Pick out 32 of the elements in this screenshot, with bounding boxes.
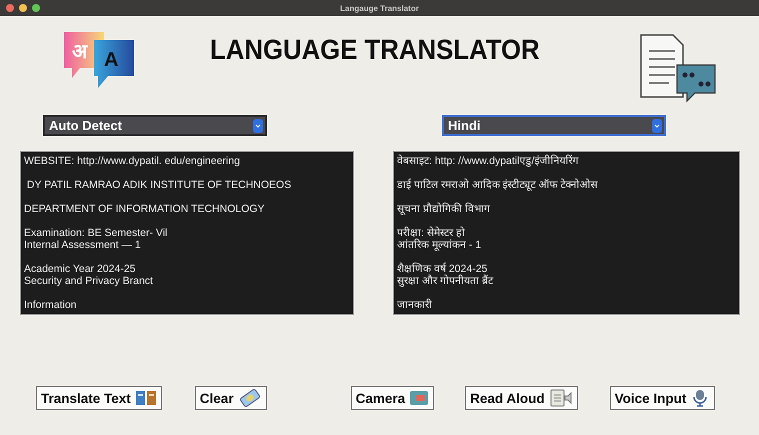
text-line: परीक्षा: सेमेस्टर हो आंतरिक मूल्यांकन - 1 — [397, 227, 482, 251]
text-line: Academic Year 2024-25 Security and Privacy Branct — [24, 263, 154, 287]
text-line: वेबसाइट: http: //www.dypatilएडु/इंजीनियरिंग — [397, 155, 580, 167]
source-text-area[interactable] — [20, 151, 354, 315]
minimize-icon[interactable] — [19, 4, 27, 12]
translation-logo: अ A — [60, 28, 140, 92]
text-line: Information — [24, 299, 78, 311]
text-line: शैक्षणिक वर्ष 2024-25 सुरक्षा और गोपनीयता ब्रैंट — [397, 263, 494, 287]
text-line: जानकारी — [397, 299, 433, 311]
close-icon[interactable] — [6, 4, 14, 12]
camera-button[interactable]: Camera — [350, 386, 434, 410]
voice-button[interactable]: Voice Input — [610, 386, 716, 410]
camera-icon — [409, 389, 430, 407]
chevron-icon[interactable] — [652, 118, 662, 132]
text-line: Examination: BE Semester- Vil Internal Assessment — 1 — [24, 227, 168, 251]
maximize-icon[interactable] — [32, 4, 40, 12]
text-line: DY PATIL RAMRAO ADIK INSTITUTE OF TECHNOEOS — [26, 179, 292, 191]
translate-button[interactable]: Translate Text — [36, 386, 162, 410]
read-button[interactable]: Read Aloud — [465, 386, 578, 410]
text-line: WEBSITE: http://www.dypatil. edu/engineering — [24, 155, 241, 167]
text-line: DEPARTMENT OF INFORMATION TECHNOLOGY — [24, 203, 266, 215]
language-dropdown[interactable]: Auto Detect — [43, 115, 267, 136]
clear-button[interactable]: Clear — [194, 386, 267, 410]
speaker-document-icon — [548, 389, 573, 407]
books-icon — [134, 389, 157, 407]
window-title: Langauge Translator — [339, 4, 420, 12]
text-line: सूचना प्रौद्योगिकी विभाग — [397, 203, 491, 215]
language-dropdown[interactable]: Hindi — [442, 115, 666, 136]
translated-text-area[interactable] — [393, 151, 740, 315]
text-line: डाई पाटिल रमराओ आदिक इंस्टीट्यूट ऑफ टेक्नोओस — [397, 179, 599, 191]
app-heading: LANGUAGE TRANSLATOR — [210, 34, 541, 66]
chevron-icon[interactable] — [253, 118, 263, 132]
